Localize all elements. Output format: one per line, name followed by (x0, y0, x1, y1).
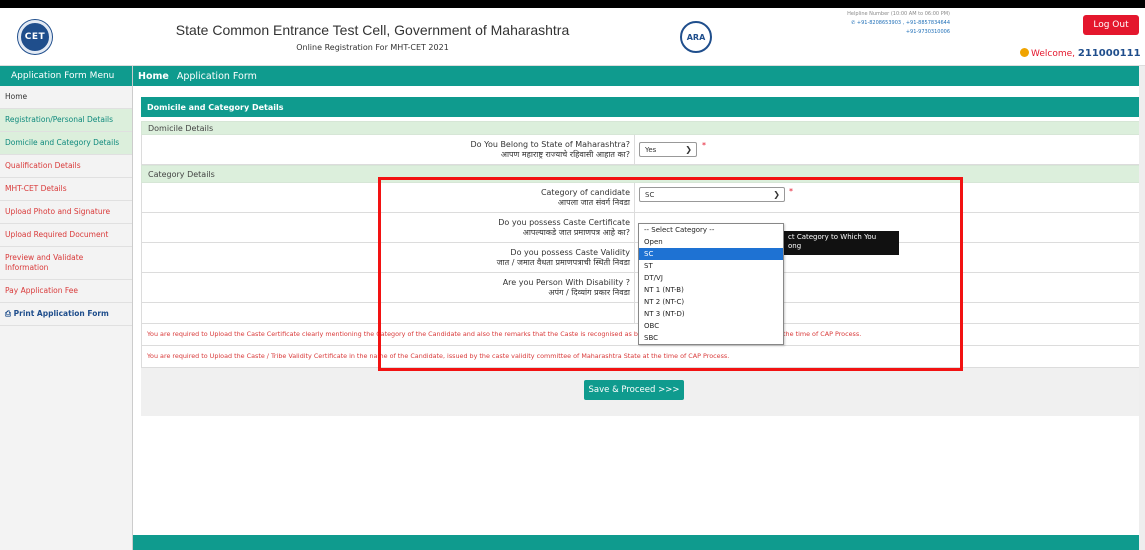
state-select[interactable]: Yes ❯ (639, 142, 697, 157)
question-disability: Are you Person With Disability ? अपंग / … (503, 278, 630, 298)
vertical-scrollbar[interactable] (1139, 66, 1145, 550)
category-option-selected[interactable]: SC (639, 248, 783, 260)
sidebar-item-print[interactable]: ⎙ Print Application Form (0, 303, 132, 326)
print-icon: ⎙ (5, 309, 11, 318)
category-option[interactable]: NT 3 (NT-D) (639, 308, 783, 320)
question-caste-validity: Do you possess Caste Validity जात / जमात… (497, 248, 630, 268)
chevron-down-icon: ❯ (773, 190, 780, 199)
question-disability-en: Are you Person With Disability ? (502, 278, 630, 287)
category-option[interactable]: SBC (639, 332, 783, 344)
footer-bar (133, 535, 1145, 550)
divider (634, 183, 635, 212)
helpline-label: Helpline Number (10:00 AM to 06:00 PM) (847, 11, 950, 17)
state-select-value: Yes (645, 145, 657, 154)
user-id: 211000111 (1077, 48, 1141, 59)
action-bar: Save & Proceed >>> (141, 368, 1141, 416)
divider (634, 135, 635, 164)
sidebar-item-preview[interactable]: Preview and Validate Information (0, 247, 132, 280)
welcome-label: Welcome, (1031, 49, 1076, 59)
question-state-en: Do You Belong to State of Maharashtra? (470, 140, 630, 149)
cet-logo-text: CET (24, 32, 46, 42)
sidebar-item-registration[interactable]: Registration/Personal Details (0, 109, 132, 132)
top-nav: Home Application Form (133, 66, 1145, 86)
divider (634, 303, 635, 323)
divider (634, 213, 635, 242)
category-option[interactable]: NT 2 (NT-C) (639, 296, 783, 308)
category-select[interactable]: SC ❯ (639, 187, 785, 202)
save-proceed-button[interactable]: Save & Proceed >>> (584, 380, 684, 400)
user-icon (1020, 48, 1029, 57)
sidebar-item-pay-fee[interactable]: Pay Application Fee (0, 280, 132, 303)
page-title: State Common Entrance Test Cell, Governm… (175, 22, 570, 38)
panel-title: Domicile and Category Details (141, 97, 1141, 117)
question-caste-validity-en: Do you possess Caste Validity (510, 248, 630, 257)
page-header: CET State Common Entrance Test Cell, Gov… (0, 8, 1145, 66)
helpline-numbers-2: +91-9730310006 (905, 29, 950, 35)
question-caste-certificate-en: Do you possess Caste Certificate (498, 218, 630, 227)
question-category-mr: आपला जात संवर्ग निवडा (557, 198, 630, 207)
app-frame: CET State Common Entrance Test Cell, Gov… (0, 8, 1145, 550)
form-row-category: Category of candidate आपला जात संवर्ग नि… (141, 183, 1141, 213)
category-select-value: SC (645, 190, 655, 199)
welcome-user: Welcome, 211000111 (1020, 48, 1141, 59)
category-option[interactable]: OBC (639, 320, 783, 332)
sidebar-item-upload-document[interactable]: Upload Required Document (0, 224, 132, 247)
ara-logo: ARA (680, 21, 712, 53)
chevron-down-icon: ❯ (685, 145, 692, 154)
category-option[interactable]: DT/VJ (639, 272, 783, 284)
nav-application-form[interactable]: Application Form (177, 71, 257, 82)
question-disability-mr: अपंग / दिव्यांग प्रकार निवडा (548, 288, 630, 297)
helpline-info: Helpline Number (10:00 AM to 06:00 PM) ✆… (780, 10, 950, 37)
required-mark: * (789, 187, 793, 196)
helpline-numbers-1: +91-8208653903 , +91-8857834644 (856, 20, 950, 26)
sidebar-item-qualification[interactable]: Qualification Details (0, 155, 132, 178)
tooltip-line-2: ong (788, 242, 802, 250)
category-option[interactable]: -- Select Category -- (639, 224, 783, 236)
question-state-mr: आपण महाराष्ट्र राज्याचे रहिवासी आहात का? (500, 150, 630, 159)
question-caste-certificate-mr: आपल्याकडे जात प्रमाणपत्र आहे का? (522, 228, 630, 237)
sidebar-item-print-label: Print Application Form (13, 309, 109, 318)
domicile-section-title: Domicile Details (141, 121, 1141, 135)
question-caste-certificate: Do you possess Caste Certificate आपल्याक… (498, 218, 630, 238)
sidebar-item-domicile[interactable]: Domicile and Category Details (0, 132, 132, 155)
question-state: Do You Belong to State of Maharashtra? आ… (471, 140, 630, 160)
warning-caste-validity: You are required to Upload the Caste / T… (141, 346, 1141, 368)
category-tooltip: ct Category to Which You ong (784, 231, 899, 255)
category-dropdown-list: -- Select Category -- Open SC ST DT/VJ N… (638, 223, 784, 345)
form-row-state: Do You Belong to State of Maharashtra? आ… (141, 135, 1141, 165)
sidebar: Application Form Menu Home Registration/… (0, 66, 133, 550)
cet-logo: CET (18, 20, 52, 54)
divider (634, 243, 635, 272)
tooltip-line-1: ct Category to Which You (788, 233, 877, 241)
question-category: Category of candidate आपला जात संवर्ग नि… (541, 188, 630, 208)
question-category-en: Category of candidate (540, 188, 630, 197)
category-option[interactable]: Open (639, 236, 783, 248)
question-caste-validity-mr: जात / जमात वैधता प्रमाणपत्राची स्थिती नि… (496, 258, 630, 267)
required-mark: * (702, 141, 706, 150)
category-option[interactable]: ST (639, 260, 783, 272)
category-section-title: Category Details (141, 165, 1141, 183)
sidebar-title: Application Form Menu (0, 66, 132, 86)
page-subtitle: Online Registration For MHT-CET 2021 (296, 43, 449, 52)
sidebar-item-home[interactable]: Home (0, 86, 132, 109)
logout-button[interactable]: Log Out (1083, 15, 1139, 35)
sidebar-item-upload-photo[interactable]: Upload Photo and Signature (0, 201, 132, 224)
ara-logo-text: ARA (686, 32, 706, 42)
nav-home[interactable]: Home (138, 71, 169, 82)
divider (634, 273, 635, 302)
sidebar-item-mhtcet[interactable]: MHT-CET Details (0, 178, 132, 201)
category-option[interactable]: NT 1 (NT-B) (639, 284, 783, 296)
